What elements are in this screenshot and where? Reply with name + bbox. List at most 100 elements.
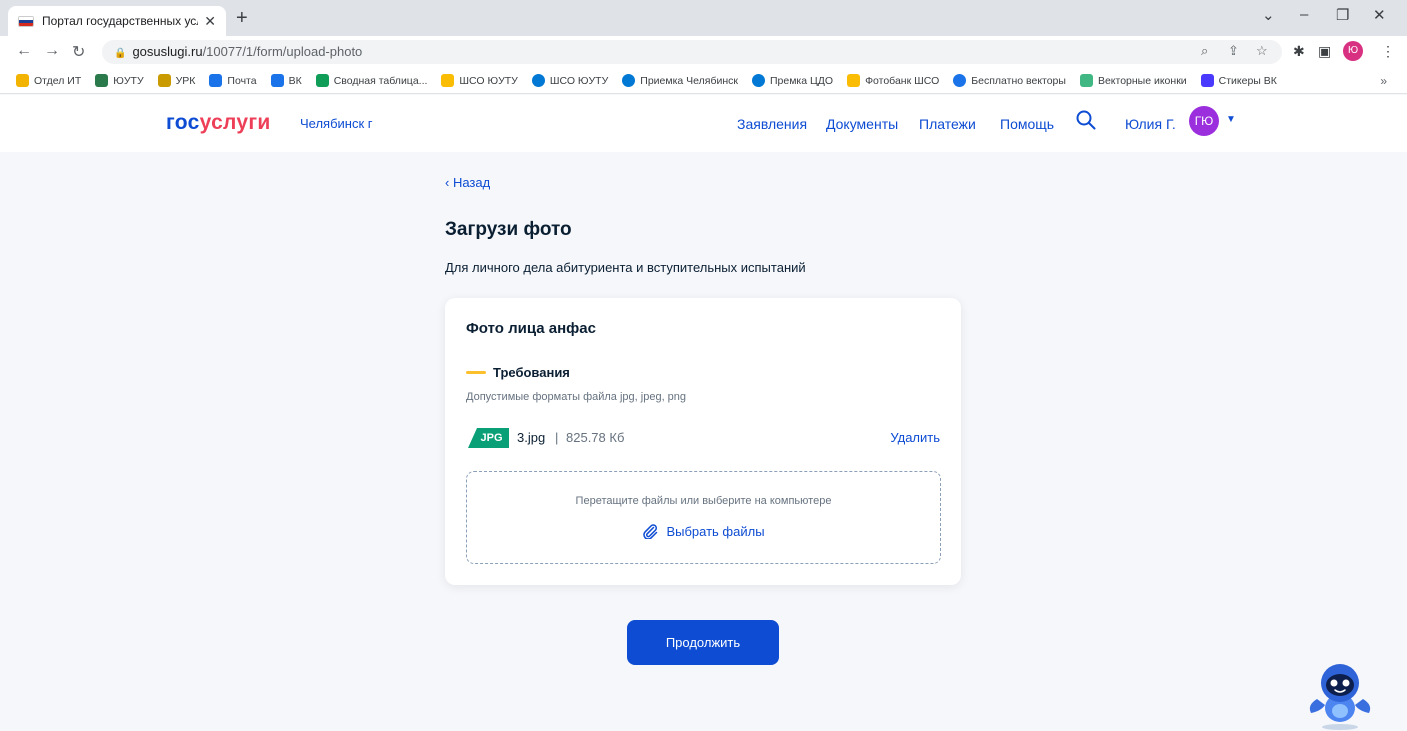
file-separator: | [555, 430, 559, 445]
side-panel-icon[interactable]: ▣ [1318, 43, 1331, 60]
bookmark-item[interactable]: Приемка Челябинск [622, 74, 738, 87]
vue-icon [1079, 74, 1093, 87]
back-arrow-icon[interactable]: ← [16, 42, 32, 60]
file-name: 3.jpg [517, 430, 546, 445]
url-host: gosuslugi.ru [132, 44, 203, 59]
bookmark-item[interactable]: Фотобанк ШСО [847, 74, 939, 87]
vk-chat-icon [270, 74, 284, 87]
sheets-icon [315, 74, 329, 87]
bookmark-item[interactable]: ЮУТУ [95, 74, 144, 87]
bookmark-item[interactable]: ШСО ЮУТУ [531, 74, 609, 87]
restore-icon[interactable]: ❐ [1336, 6, 1349, 24]
bookmark-label: Фотобанк ШСО [865, 74, 940, 87]
cloud-icon [751, 74, 765, 87]
site-header: госуслуги Челябинск г Заявления Документ… [0, 95, 1407, 152]
file-size: 825.78 Кб [566, 430, 625, 445]
close-window-icon[interactable]: ✕ [1373, 6, 1386, 24]
extensions-icon[interactable]: ✱ [1293, 43, 1305, 60]
graduation-icon [95, 74, 109, 87]
bookmark-label: Сводная таблица... [333, 74, 428, 87]
url-path: /10077/1/form/upload-photo [202, 44, 363, 59]
bookmark-label: Отдел ИТ [34, 74, 82, 87]
vector-icon [953, 74, 967, 87]
page-title: Загрузи фото [445, 219, 572, 240]
back-label: Назад [452, 175, 491, 190]
url-field[interactable]: 🔒 gosuslugi.ru/10077/1/form/upload-photo [102, 40, 1282, 64]
card-title: Фото лица анфас [466, 320, 596, 337]
search-icon[interactable] [1075, 109, 1097, 131]
browser-tabstrip: Портал государственных услуг ✕ + ⌄ – ❐ ✕ [0, 0, 1407, 36]
bookmark-item[interactable]: Бесплатно векторы [953, 74, 1066, 87]
bookmark-item[interactable]: Сводная таблица... [315, 74, 428, 87]
bookmarks-bar: Отдел ИТ ЮУТУ УРК Почта ВК Сводная табли… [0, 68, 1407, 94]
continue-button[interactable]: Продолжить [627, 620, 779, 665]
dropzone-hint: Перетащите файлы или выберите на компьют… [575, 495, 832, 507]
logo-part-1: гос [166, 111, 200, 134]
new-tab-icon[interactable]: + [236, 8, 248, 28]
page-subtitle: Для личного дела абитуриента и вступител… [445, 260, 806, 275]
leaf-icon [157, 74, 171, 87]
bookmark-label: ЮУТУ [113, 74, 144, 87]
bookmark-label: УРК [175, 74, 196, 87]
bookmark-item[interactable]: Векторные иконки [1079, 74, 1187, 87]
tab-close-icon[interactable]: ✕ [204, 13, 216, 30]
bookmark-label: ШСО ЮУТУ [549, 74, 609, 87]
nav-applications[interactable]: Заявления [737, 116, 807, 132]
bookmarks-overflow-icon[interactable]: » [1380, 74, 1387, 88]
bookmark-item[interactable]: Почта [209, 74, 257, 87]
zoom-search-icon[interactable]: ⌕ [1201, 43, 1208, 59]
chevron-left-icon: ‹ [445, 175, 453, 190]
browser-tab[interactable]: Портал государственных услуг ✕ [8, 6, 226, 36]
paperclip-icon [643, 524, 658, 539]
user-avatar[interactable]: ГЮ [1189, 106, 1219, 136]
tab-title: Портал государственных услуг [42, 14, 199, 28]
bookmark-label: ШСО ЮУТУ [459, 74, 518, 87]
choose-files-button[interactable]: Выбрать файлы [467, 523, 940, 539]
russia-flag-icon [18, 15, 34, 27]
cloud-icon [531, 74, 545, 87]
mail-icon [209, 74, 223, 87]
gosuslugi-logo[interactable]: госуслуги [166, 111, 271, 135]
chevron-down-icon[interactable]: ▼ [1226, 114, 1236, 125]
delete-file-link[interactable]: Удалить [890, 430, 940, 445]
bookmark-item[interactable]: ШСО ЮУТУ [441, 74, 518, 87]
logo-part-2: услуги [199, 111, 271, 134]
city-selector[interactable]: Челябинск г [300, 116, 373, 131]
requirements-toggle[interactable]: Требования [493, 365, 570, 380]
address-bar: ← → ↻ 🔒 gosuslugi.ru/10077/1/form/upload-… [0, 36, 1407, 68]
tab-search-chevron-icon[interactable]: ⌄ [1262, 6, 1275, 24]
share-icon[interactable]: ⇪ [1228, 43, 1239, 59]
jpg-file-icon: JPG [468, 428, 509, 448]
photo-upload-card: Фото лица анфас Требования Допустимые фо… [445, 298, 961, 585]
minimize-icon[interactable]: – [1300, 6, 1308, 23]
bookmark-label: Векторные иконки [1097, 74, 1187, 87]
bookmark-star-icon[interactable]: ☆ [1256, 43, 1268, 59]
reload-icon[interactable]: ↻ [72, 42, 85, 62]
bookmark-label: ВК [288, 74, 302, 87]
browser-menu-icon[interactable]: ⋮ [1381, 43, 1395, 60]
robot-assistant-icon[interactable] [1303, 661, 1377, 731]
bookmark-label: Почта [227, 74, 257, 87]
choose-files-label: Выбрать файлы [666, 524, 765, 539]
lock-icon: 🔒 [114, 48, 127, 59]
nav-documents[interactable]: Документы [826, 116, 898, 132]
vk-icon [1200, 74, 1214, 87]
bookmark-label: Бесплатно векторы [971, 74, 1066, 87]
drive-icon [441, 74, 455, 87]
bookmark-item[interactable]: Отдел ИТ [16, 74, 81, 87]
forward-arrow-icon[interactable]: → [44, 42, 60, 60]
bookmark-item[interactable]: Премка ЦДО [751, 74, 834, 87]
nav-help[interactable]: Помощь [1000, 116, 1054, 132]
browser-profile-avatar[interactable]: Ю [1343, 41, 1363, 61]
requirements-marker [466, 371, 486, 374]
user-name[interactable]: Юлия Г. [1125, 116, 1176, 132]
nav-payments[interactable]: Платежи [919, 116, 976, 132]
bookmark-item[interactable]: Стикеры ВК [1200, 74, 1277, 87]
file-dropzone[interactable]: Перетащите файлы или выберите на компьют… [466, 471, 941, 564]
bookmark-item[interactable]: ВК [270, 74, 302, 87]
folder-icon [16, 74, 29, 87]
bookmark-label: Премка ЦДО [769, 74, 834, 87]
bookmark-label: Стикеры ВК [1218, 74, 1277, 87]
back-link[interactable]: ‹ Назад [445, 175, 490, 190]
bookmark-item[interactable]: УРК [157, 74, 196, 87]
